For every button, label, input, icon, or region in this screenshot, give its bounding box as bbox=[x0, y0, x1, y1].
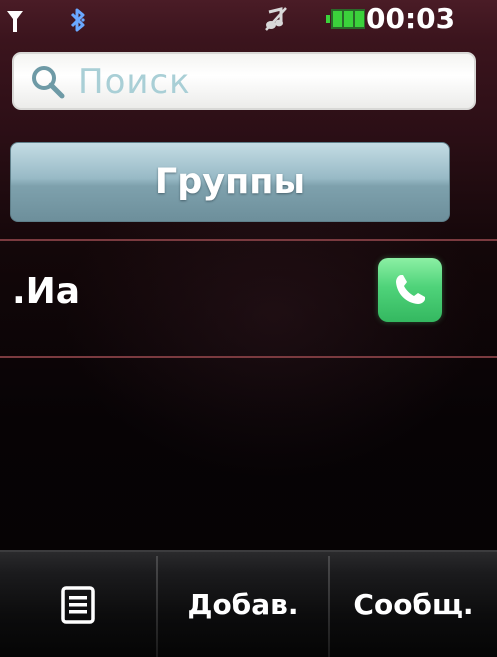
phone-icon bbox=[396, 275, 425, 304]
contact-name: .Иа bbox=[12, 271, 81, 312]
bottom-toolbar: Добав. Сообщ. bbox=[0, 550, 497, 657]
add-button-label: Добав. bbox=[187, 588, 299, 621]
bluetooth-icon bbox=[70, 8, 85, 32]
status-bar: 00:03 bbox=[0, 0, 497, 40]
menu-list-icon bbox=[61, 585, 95, 624]
menu-button[interactable] bbox=[0, 552, 156, 657]
search-input[interactable] bbox=[78, 58, 468, 106]
message-button[interactable]: Сообщ. bbox=[330, 552, 497, 657]
phone-screen: 00:03 Группы .Иа bbox=[0, 0, 497, 657]
search-icon bbox=[32, 66, 65, 99]
battery-icon bbox=[326, 9, 365, 29]
message-button-label: Сообщ. bbox=[353, 588, 474, 621]
add-button[interactable]: Добав. bbox=[158, 552, 328, 657]
divider bbox=[0, 356, 497, 358]
groups-button[interactable]: Группы bbox=[10, 142, 450, 222]
status-time: 00:03 bbox=[366, 2, 456, 35]
call-button[interactable] bbox=[378, 258, 442, 322]
mute-icon bbox=[265, 7, 287, 31]
groups-button-label: Группы bbox=[154, 162, 306, 202]
signal-icon bbox=[7, 11, 23, 32]
search-box[interactable] bbox=[12, 52, 476, 110]
contact-list-item[interactable]: .Иа bbox=[0, 241, 497, 356]
